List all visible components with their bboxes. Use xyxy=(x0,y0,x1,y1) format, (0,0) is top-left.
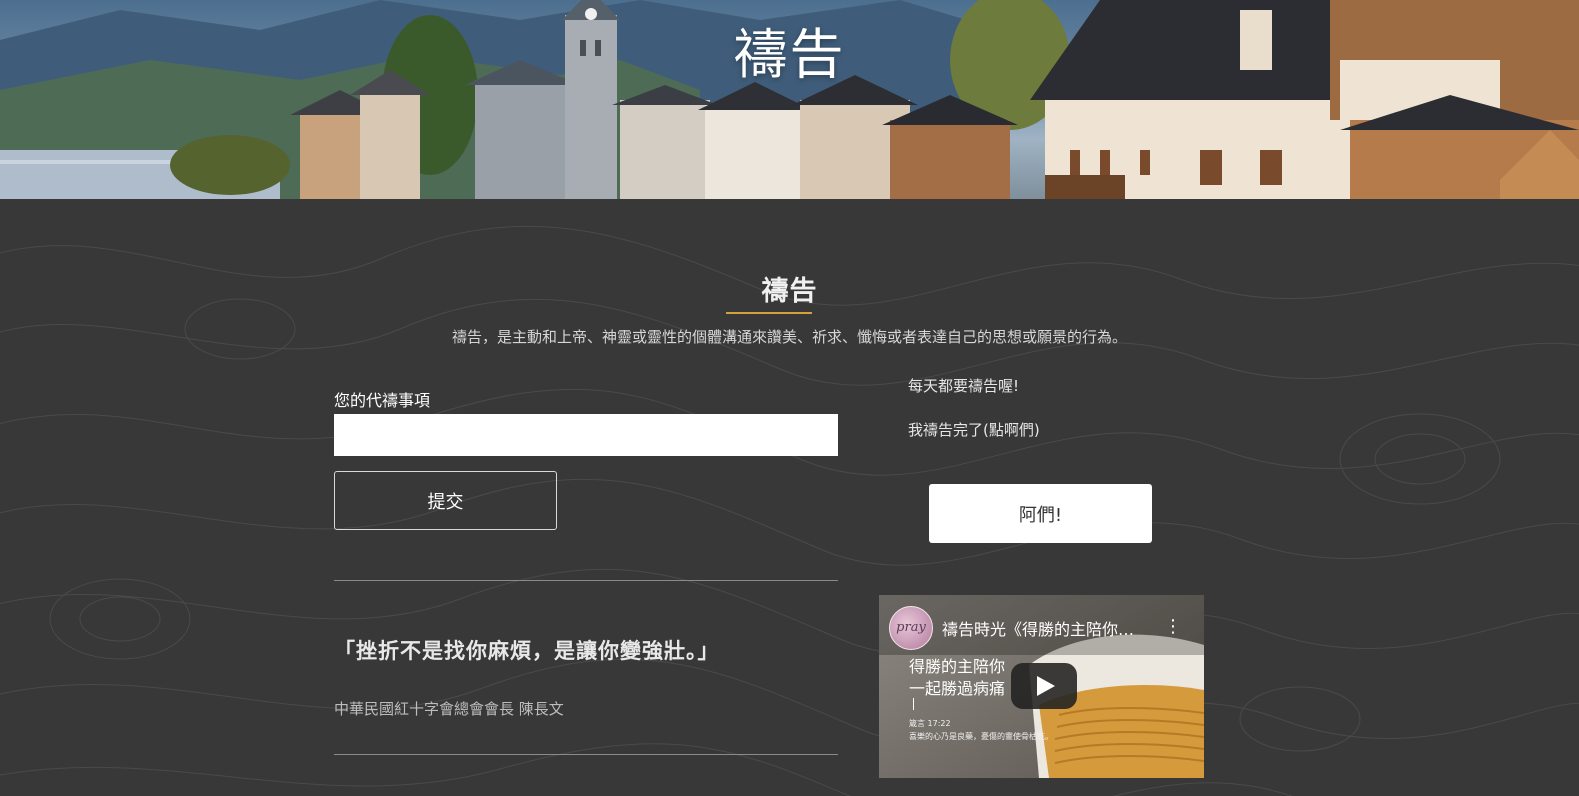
prayer-request-label: 您的代禱事項 xyxy=(334,391,431,410)
divider-bottom xyxy=(334,754,838,755)
thumbnail-caption-line1: 得勝的主陪你 xyxy=(909,657,1006,676)
thumbnail-caption-line2: 一起勝過病痛 xyxy=(909,679,1006,698)
hero-banner: 禱告 xyxy=(0,0,1579,199)
intro-text: 禱告，是主動和上帝、神靈或靈性的個體溝通來讚美、祈求、懺悔或者表達自己的思想或願… xyxy=(451,328,1127,346)
youtube-video-embed[interactable]: pray 禱告時光《得勝的主陪你一起勝過病痛》 ⋮ 得勝的主陪你 一起勝過病痛 … xyxy=(879,595,1204,778)
section-title: 禱告 xyxy=(761,276,818,307)
thumbnail-divider xyxy=(913,698,914,710)
prayer-request-input[interactable] xyxy=(334,414,838,456)
amen-button[interactable]: 阿們! xyxy=(929,484,1152,543)
play-icon[interactable] xyxy=(1011,663,1077,709)
quote-text: 「挫折不是找你麻煩，是讓你變強壯。」 xyxy=(334,639,720,663)
thumbnail-verse-text: 喜樂的心乃是良藥，憂傷的靈使骨枯乾。 xyxy=(909,732,1053,741)
title-underline xyxy=(726,312,812,314)
prayer-section: 禱告 禱告，是主動和上帝、神靈或靈性的個體溝通來讚美、祈求、懺悔或者表達自己的思… xyxy=(0,199,1579,796)
thumbnail-verse-reference: 箴言 17:22 xyxy=(909,719,951,728)
hero-title: 禱告 xyxy=(733,23,846,86)
video-title[interactable]: 禱告時光《得勝的主陪你一起勝過病痛》 xyxy=(942,616,1147,640)
kebab-menu-icon[interactable]: ⋮ xyxy=(1164,617,1182,637)
quote-attribution: 中華民國紅十字會總會會長 陳長文 xyxy=(334,700,564,718)
channel-avatar[interactable]: pray xyxy=(889,606,933,650)
submit-button[interactable]: 提交 xyxy=(334,471,557,530)
daily-reminder-text: 每天都要禱告喔! xyxy=(908,377,1020,395)
prayer-done-prompt: 我禱告完了(點啊們) xyxy=(908,421,1040,439)
divider-top xyxy=(334,580,838,581)
